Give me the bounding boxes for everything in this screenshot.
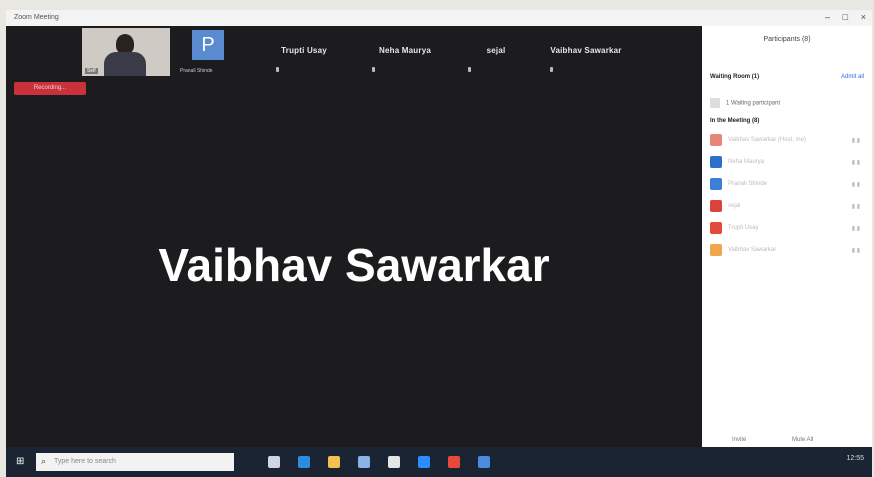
participant-tile-active[interactable]: Vaibhav Sawarkar (538, 30, 634, 74)
mic-icon (372, 67, 375, 72)
avatar-initial: P (192, 30, 224, 60)
mic-icon[interactable]: ▮ ▮ (852, 247, 860, 254)
window-titlebar: Zoom Meeting – □ × (6, 10, 872, 26)
participant-row[interactable]: Vaibhav Sawarkar ▮ ▮ (710, 242, 864, 258)
file-explorer-icon[interactable] (328, 456, 340, 468)
participant-tile[interactable]: Trupti Usay (264, 30, 344, 74)
admit-all-button[interactable]: Admit all (841, 74, 864, 80)
maximize-button[interactable]: □ (843, 12, 848, 22)
participant-head (116, 34, 134, 54)
avatar (710, 98, 720, 108)
edge-icon[interactable] (298, 456, 310, 468)
search-icon: ⌕ (41, 456, 47, 466)
task-view-icon[interactable] (268, 456, 280, 468)
invite-button[interactable]: Invite (732, 437, 746, 443)
panel-title: Participants (8) (763, 36, 811, 43)
mic-icon[interactable]: ▮ ▮ (852, 225, 860, 232)
participant-name: Neha Maurya (728, 159, 765, 165)
avatar (710, 178, 722, 190)
participant-row[interactable]: Trupti Usay ▮ ▮ (710, 220, 864, 236)
tile-name: Neha Maurya (379, 46, 431, 55)
windows-taskbar: ⊞ ⌕ Type here to search 12:55 (6, 447, 872, 477)
participant-name: sejal (728, 203, 741, 209)
store-icon[interactable] (358, 456, 370, 468)
participant-row[interactable]: Pranali Shinde ▮ ▮ (710, 176, 864, 192)
taskbar-search-box[interactable]: ⌕ Type here to search (36, 453, 234, 471)
avatar (710, 244, 722, 256)
participant-row[interactable]: sejal ▮ ▮ (710, 198, 864, 214)
self-video-caption: Self (85, 68, 98, 74)
waiting-participant[interactable]: 1 Waiting participant (710, 98, 780, 108)
meeting-stage: Self P Pranali Shinde Trupti Usay Neha M… (6, 26, 702, 447)
tile-name: Vaibhav Sawarkar (550, 46, 622, 55)
avatar (710, 134, 722, 146)
participant-name: Trupti Usay (728, 225, 759, 231)
waiting-participant-name: 1 Waiting participant (726, 100, 781, 107)
participant-name: Vaibhav Sawarkar (Host, me) (728, 137, 806, 143)
participant-tile-p[interactable]: P Pranali Shinde (176, 28, 240, 76)
mic-icon[interactable]: ▮ ▮ (852, 137, 860, 144)
active-speaker-name: Vaibhav Sawarkar (158, 239, 550, 291)
mic-icon (550, 67, 553, 72)
zoom-icon[interactable] (418, 456, 430, 468)
mic-icon[interactable]: ▮ ▮ (852, 159, 860, 166)
desktop-screen: Zoom Meeting – □ × Self P Pranali Shinde… (6, 10, 872, 477)
in-meeting-header: In the Meeting (8) (710, 118, 760, 124)
participants-panel: Participants (8) Waiting Room (1) Admit … (702, 26, 872, 447)
participant-row[interactable]: Neha Maurya ▮ ▮ (710, 154, 864, 170)
mute-all-button[interactable]: Mute All (792, 437, 813, 443)
waiting-room-header: Waiting Room (1) (710, 74, 760, 80)
close-button[interactable]: × (861, 12, 866, 22)
tile-name: sejal (486, 46, 506, 55)
minimize-button[interactable]: – (825, 12, 830, 22)
mic-icon (276, 67, 279, 72)
vpn-icon[interactable] (388, 456, 400, 468)
chrome-icon[interactable] (448, 456, 460, 468)
mic-icon[interactable]: ▮ ▮ (852, 203, 860, 210)
participant-name: Vaibhav Sawarkar (728, 247, 777, 253)
avatar (710, 200, 722, 212)
participant-tile[interactable]: Neha Maurya (360, 30, 450, 74)
mic-icon[interactable]: ▮ ▮ (852, 181, 860, 188)
self-video-tile[interactable]: Self (82, 28, 170, 76)
tile-name: Trupti Usay (281, 46, 327, 55)
windows-start-icon[interactable]: ⊞ (16, 457, 26, 467)
avatar (710, 156, 722, 168)
participant-tile[interactable]: sejal (456, 30, 536, 74)
mic-icon (468, 67, 471, 72)
system-tray-clock[interactable]: 12:55 (846, 455, 864, 462)
participant-body (104, 52, 146, 76)
tile-caption: Pranali Shinde (180, 68, 213, 74)
window-title: Zoom Meeting (14, 14, 59, 21)
participant-name: Pranali Shinde (728, 181, 768, 187)
avatar (710, 222, 722, 234)
participant-row[interactable]: Vaibhav Sawarkar (Host, me) ▮ ▮ (710, 132, 864, 148)
app-icon[interactable] (478, 456, 490, 468)
recording-badge[interactable]: Recording... (14, 82, 86, 95)
search-placeholder: Type here to search (54, 458, 116, 465)
